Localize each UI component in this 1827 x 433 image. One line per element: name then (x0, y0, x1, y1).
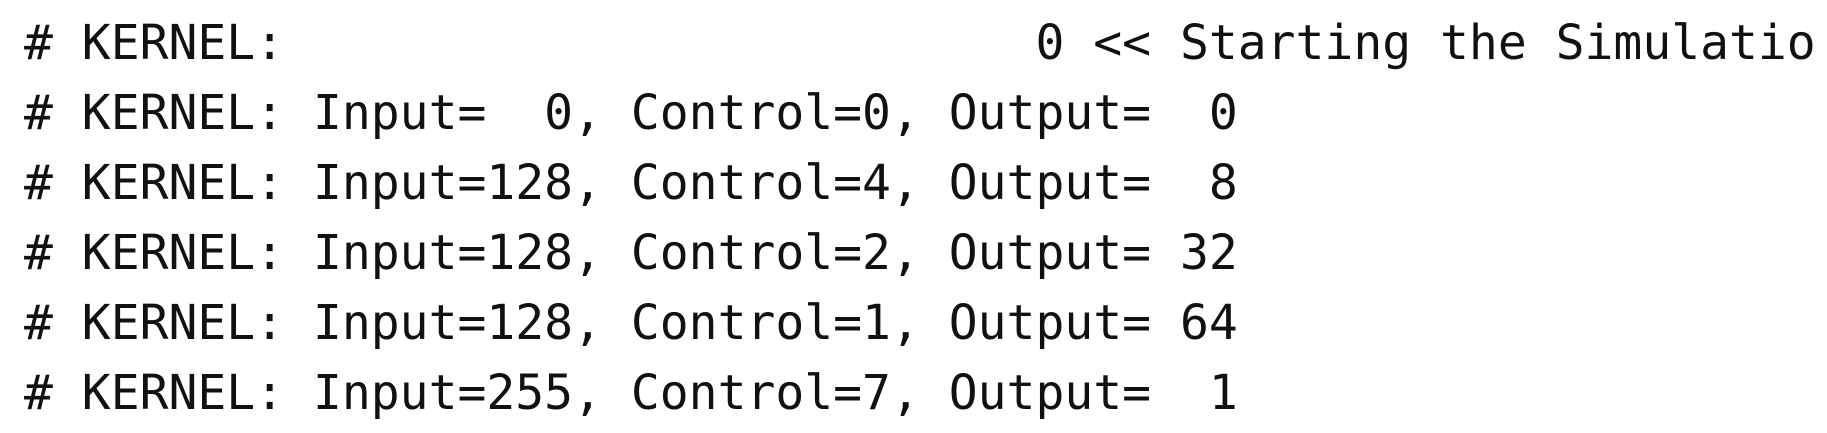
log-line-1: # KERNEL: Input= 0, Control=0, Output= 0 (24, 85, 1238, 141)
log-line-2: # KERNEL: Input=128, Control=4, Output= … (24, 155, 1238, 211)
log-line-3: # KERNEL: Input=128, Control=2, Output= … (24, 225, 1238, 281)
log-line-5: # KERNEL: Input=255, Control=7, Output= … (24, 365, 1238, 421)
console-output: # KERNEL: 0 << Starting the Simulation >… (24, 8, 1814, 433)
log-line-4: # KERNEL: Input=128, Control=1, Output= … (24, 295, 1238, 351)
log-line-start: # KERNEL: 0 << Starting the Simulation >… (24, 15, 1814, 71)
